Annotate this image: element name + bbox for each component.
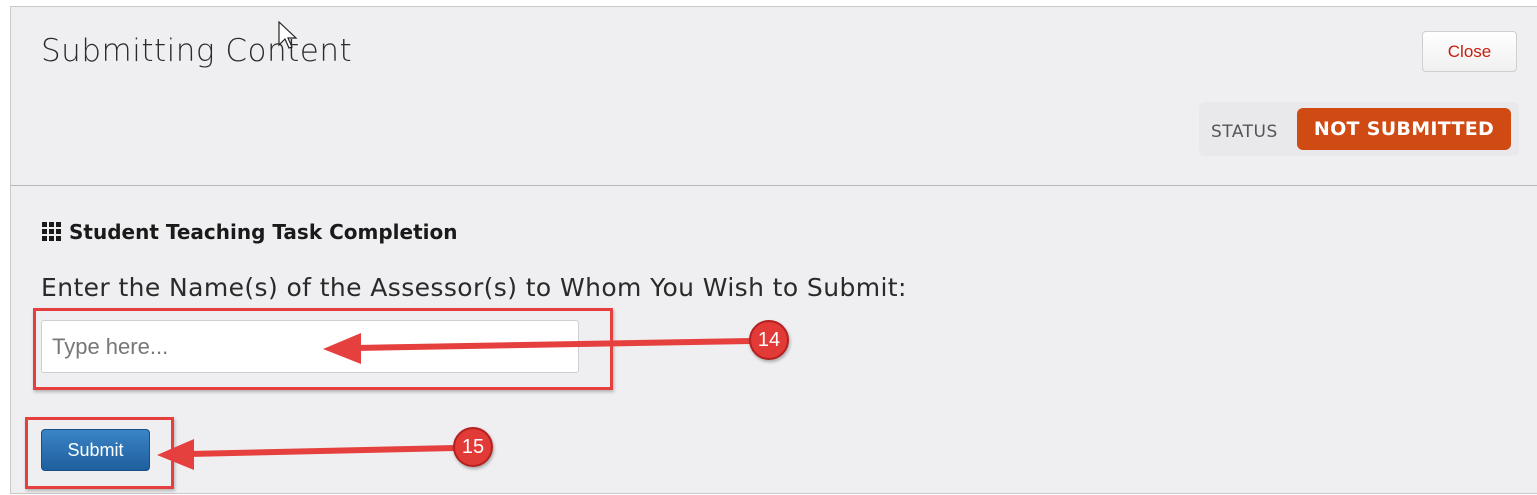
- mouse-cursor-icon: [278, 21, 298, 49]
- annotation-arrow-15: [157, 439, 456, 470]
- annotation-badge-14: 14: [749, 320, 789, 360]
- annotation-arrow-14: [323, 333, 752, 364]
- annotation-badge-15: 15: [453, 427, 493, 467]
- annotation-arrows: [157, 333, 752, 470]
- submit-dialog: Submitting Content Close STATUS NOT SUBM…: [10, 6, 1537, 494]
